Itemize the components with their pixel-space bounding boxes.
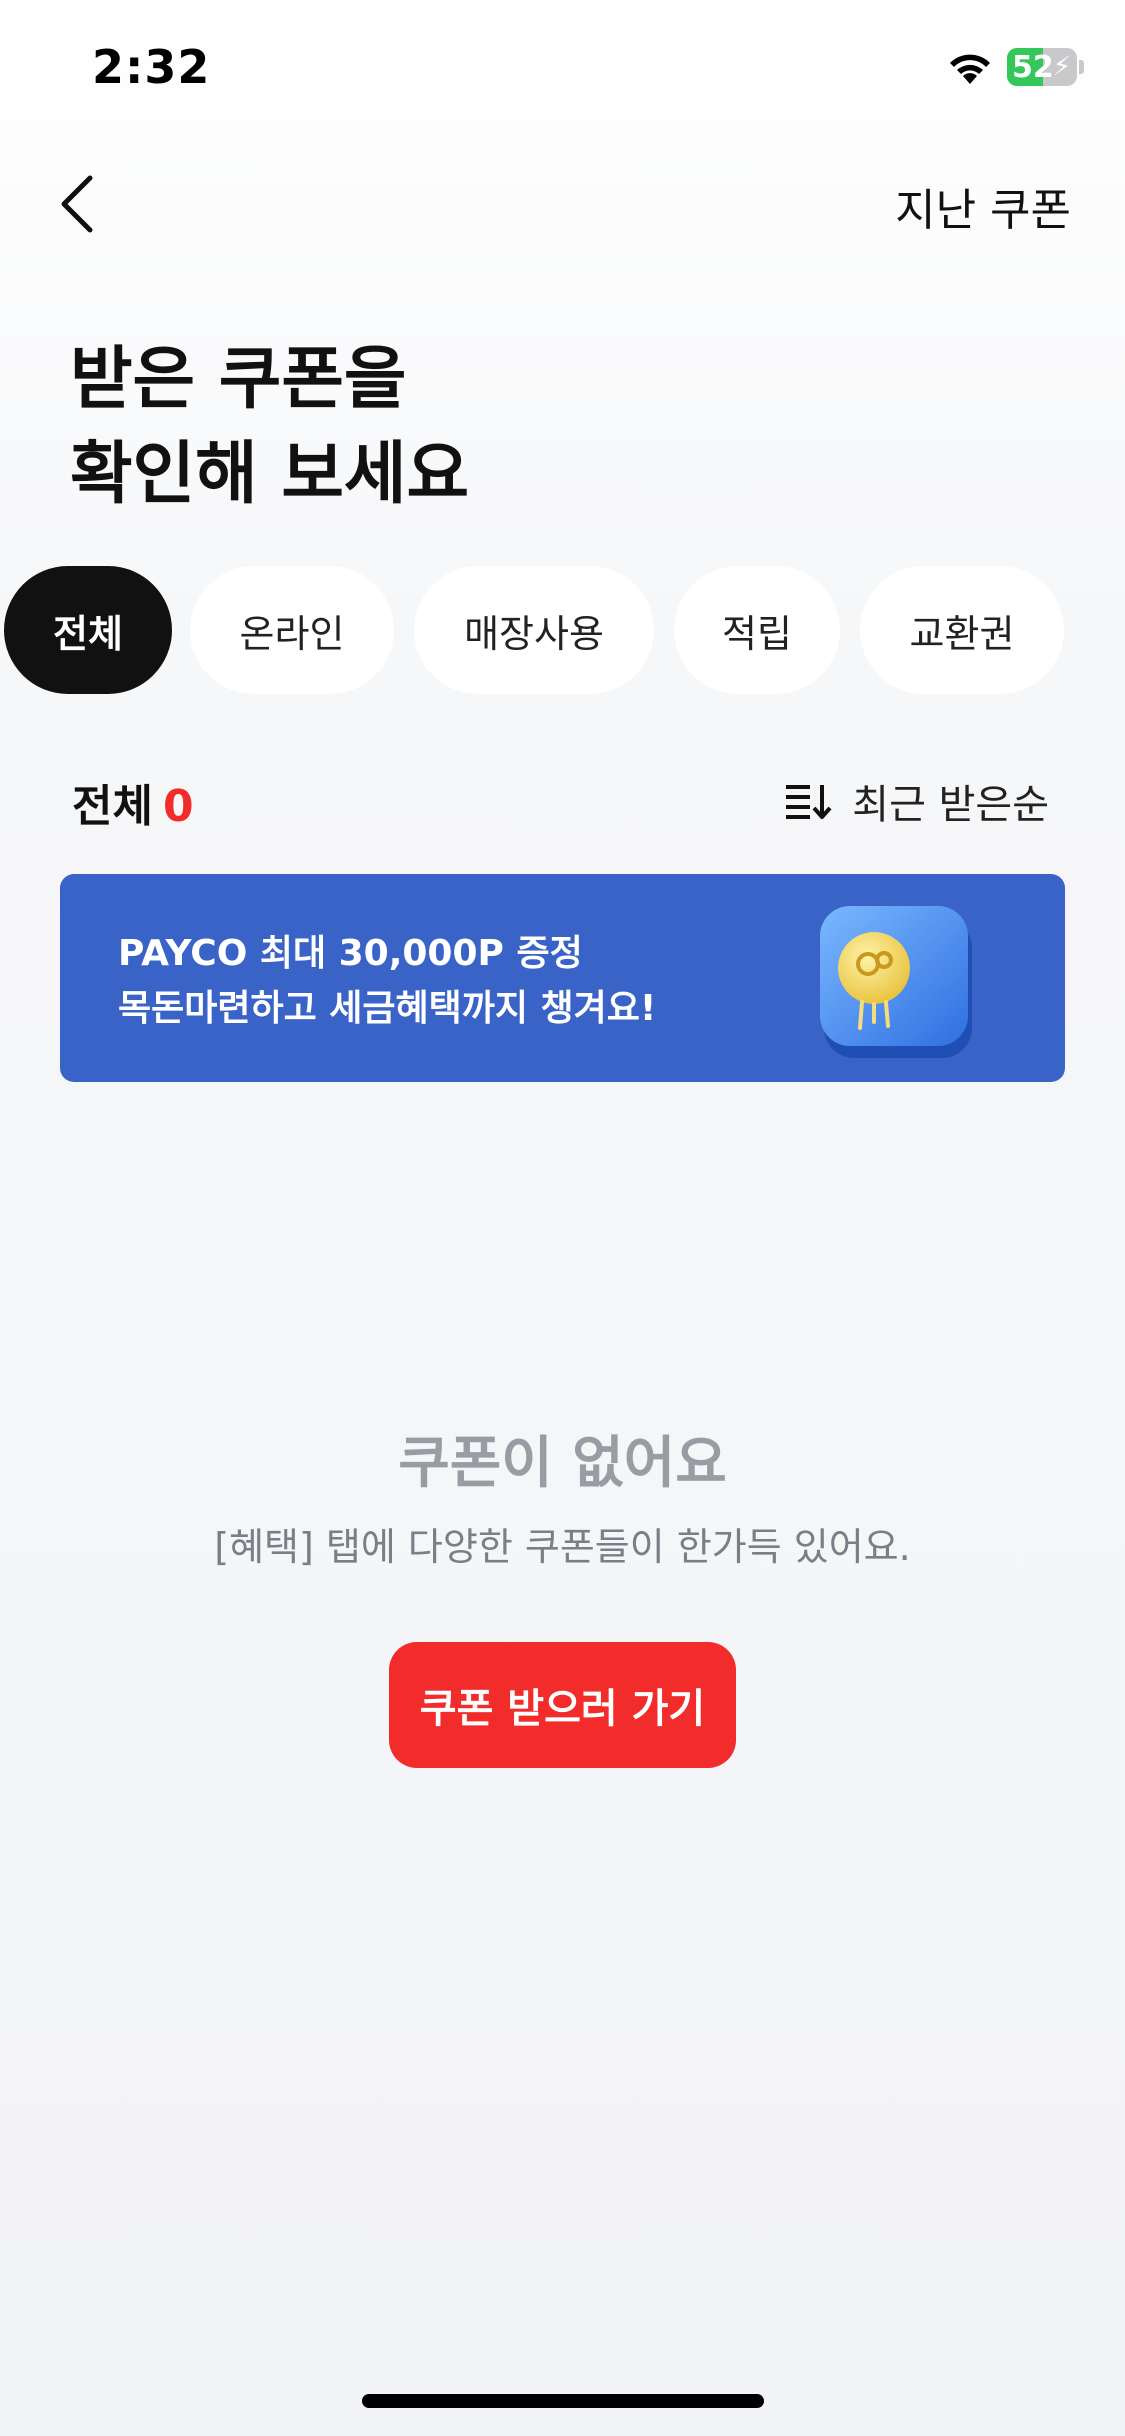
page-title: 받은 쿠폰을 확인해 보세요	[70, 332, 469, 522]
status-bar: 2:32 52 ⚡	[0, 0, 1125, 140]
wifi-icon	[950, 54, 990, 84]
battery-icon: 52 ⚡	[1007, 48, 1077, 86]
sort-icon	[786, 785, 832, 819]
empty-state-title: 쿠폰이 없어요	[398, 1431, 727, 1496]
coupon-count: 전체 0	[72, 770, 194, 834]
coin-card-icon	[820, 906, 972, 1058]
status-time: 2:32	[92, 40, 211, 94]
tab-all[interactable]: 전체	[4, 566, 172, 694]
page-title-line1: 받은 쿠폰을	[70, 340, 407, 419]
past-coupons-link[interactable]: 지난 쿠폰	[895, 174, 1071, 238]
empty-state-subtitle: [혜택] 탭에 다양한 쿠폰들이 한가득 있어요.	[214, 1525, 911, 1569]
tab-points[interactable]: 적립	[674, 566, 840, 694]
battery-cap	[1079, 60, 1084, 74]
banner-line1: PAYCO 최대 30,000P 증정	[118, 933, 583, 974]
category-tabs: 전체 온라인 매장사용 적립 교환권	[0, 566, 1125, 696]
promo-banner[interactable]: PAYCO 최대 30,000P 증정 목돈마련하고 세금혜택까지 챙겨요!	[60, 874, 1065, 1082]
charging-bolt-icon: ⚡	[1052, 52, 1071, 82]
banner-line2: 목돈마련하고 세금혜택까지 챙겨요!	[118, 988, 657, 1029]
get-coupons-button[interactable]: 쿠폰 받으러 가기	[389, 1642, 736, 1768]
coupon-count-label: 전체	[72, 781, 153, 832]
tab-voucher[interactable]: 교환권	[860, 566, 1064, 694]
tab-in-store[interactable]: 매장사용	[414, 566, 654, 694]
battery-percent: 52	[1012, 50, 1054, 85]
sort-button[interactable]: 최근 받은순	[784, 772, 1049, 830]
page-title-line2: 확인해 보세요	[70, 435, 470, 514]
coupon-count-value: 0	[162, 781, 194, 832]
back-chevron-icon[interactable]	[54, 172, 106, 236]
sort-label: 최근 받은순	[852, 782, 1049, 828]
home-indicator[interactable]	[362, 2394, 764, 2408]
tab-online[interactable]: 온라인	[190, 566, 394, 694]
